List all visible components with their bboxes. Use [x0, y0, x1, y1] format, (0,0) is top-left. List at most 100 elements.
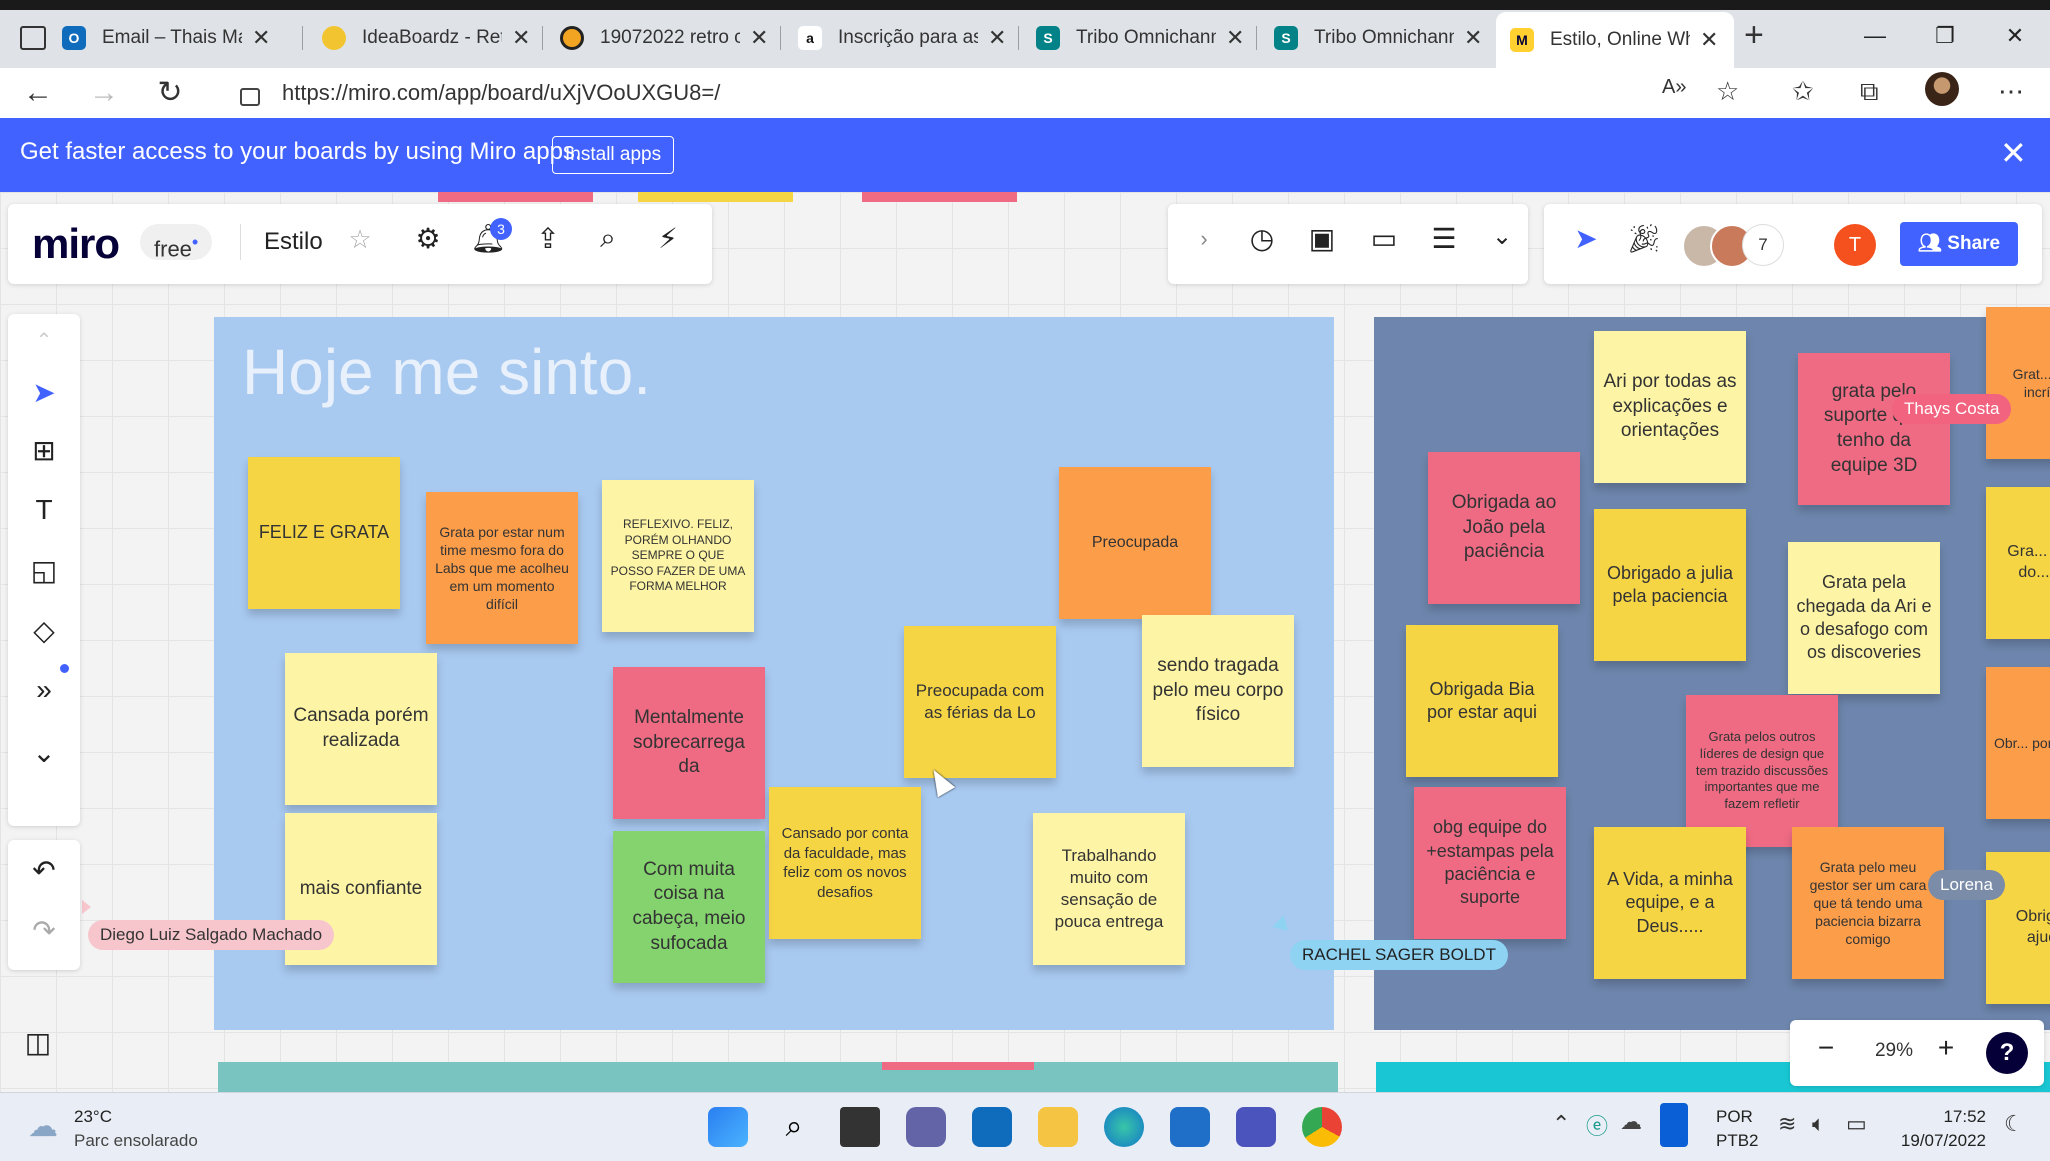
zoom-out-icon[interactable]: −: [1806, 1032, 1846, 1064]
favorites-icon[interactable]: ✩: [1792, 76, 1814, 107]
sticky-note[interactable]: Trabalhando muito com sensação de pouca …: [1033, 813, 1185, 965]
browser-tab[interactable]: O Email – Thais Ma ✕: [62, 14, 292, 62]
collections-icon[interactable]: ⧉: [1860, 76, 1879, 108]
sticky-note[interactable]: Cansada porém realizada: [285, 653, 437, 805]
voting-icon[interactable]: ▣: [1302, 222, 1342, 255]
collapse-up-icon[interactable]: ⌃: [24, 328, 64, 353]
follow-cursor-icon[interactable]: ➤: [1566, 222, 1606, 255]
language-indicator[interactable]: POR: [1716, 1107, 1753, 1127]
install-apps-button[interactable]: Install apps: [552, 136, 675, 174]
outlook-icon[interactable]: [972, 1107, 1012, 1147]
teams-icon[interactable]: [1236, 1107, 1276, 1147]
clock-date[interactable]: 19/07/2022: [1888, 1131, 1986, 1151]
sticky-note[interactable]: A Vida, a minha equipe, e a Deus.....: [1594, 827, 1746, 979]
sticky-note[interactable]: FELIZ E GRATA: [248, 457, 400, 609]
close-tab-icon[interactable]: ✕: [252, 25, 270, 51]
settings-gear-icon[interactable]: ⚙: [408, 222, 448, 255]
chrome-icon[interactable]: [1302, 1107, 1342, 1147]
onedrive-icon[interactable]: ☁: [1620, 1109, 1642, 1135]
store-icon[interactable]: [1170, 1107, 1210, 1147]
sticky-note[interactable]: Obrigado a julia pela paciencia: [1594, 509, 1746, 661]
sticky-note[interactable]: Obrigada Bia por estar aqui: [1406, 625, 1558, 777]
task-view-icon[interactable]: [840, 1107, 880, 1147]
miro-logo[interactable]: miro: [32, 220, 120, 268]
sticky-note[interactable]: obg equipe do +estampas pela paciência e…: [1414, 787, 1566, 939]
sticky-note-partial[interactable]: Grat... últimas... incrí... des...: [1986, 307, 2050, 459]
more-chevrons-icon[interactable]: ⌄: [1482, 222, 1522, 251]
zoom-level[interactable]: 29%: [1864, 1040, 1924, 1062]
undo-icon[interactable]: ↶: [24, 854, 64, 887]
chevron-right-icon[interactable]: ›: [1184, 226, 1224, 252]
star-icon[interactable]: ☆: [340, 224, 380, 255]
tab-actions-icon[interactable]: [20, 26, 46, 50]
restore-icon[interactable]: ❐: [1910, 16, 1980, 56]
notes-icon[interactable]: ☰: [1424, 222, 1464, 255]
help-button[interactable]: ?: [1986, 1032, 2028, 1074]
redo-icon[interactable]: ↷: [24, 914, 64, 947]
url-field[interactable]: https://miro.com/app/board/uXjVOoUXGU8=/: [240, 74, 1640, 112]
plan-badge[interactable]: free•: [140, 224, 213, 261]
chat-icon[interactable]: [906, 1107, 946, 1147]
browser-tab[interactable]: S Tribo Omnichann ✕: [1036, 14, 1266, 62]
edge-icon[interactable]: [1104, 1107, 1144, 1147]
wifi-icon[interactable]: ≋: [1778, 1111, 1796, 1137]
celebrate-icon[interactable]: 🎉︎: [1624, 222, 1664, 255]
text-icon[interactable]: T: [24, 494, 64, 526]
sticky-note[interactable]: grata pelo suporte que tenho da equipe 3…: [1798, 353, 1950, 505]
sticky-note[interactable]: Mentalmente sobrecarrega da: [613, 667, 765, 819]
focus-moon-icon[interactable]: ☾: [2004, 1111, 2024, 1137]
browser-tab[interactable]: a Inscrição para as ✕: [798, 14, 1028, 62]
start-windows-icon[interactable]: [708, 1107, 748, 1147]
volume-icon[interactable]: 🔈︎: [1812, 1111, 1825, 1137]
sticky-note-partial[interactable]: Obr... por... féria...: [1986, 667, 2050, 819]
board-name[interactable]: Estilo: [264, 228, 323, 256]
select-cursor-icon[interactable]: ➤: [24, 376, 64, 409]
clock-time[interactable]: 17:52: [1898, 1107, 1986, 1127]
new-tab-icon[interactable]: +: [1744, 16, 1764, 55]
forward-icon[interactable]: →: [84, 76, 124, 112]
shapes-icon[interactable]: ◇: [24, 614, 64, 647]
sticky-note-partial[interactable]: [438, 192, 593, 202]
close-tab-icon[interactable]: ✕: [1700, 27, 1718, 53]
templates-icon[interactable]: ⊞: [24, 434, 64, 467]
frame-below-partial[interactable]: [218, 1062, 1338, 1092]
close-tab-icon[interactable]: ✕: [1464, 25, 1482, 51]
sticky-note-icon[interactable]: ◱: [24, 554, 64, 587]
sticky-note[interactable]: Com muita coisa na cabeça, meio sufocada: [613, 831, 765, 983]
sticky-note[interactable]: Grata por estar num time mesmo fora do L…: [426, 492, 578, 644]
sticky-note-partial[interactable]: [882, 1062, 1034, 1070]
sticky-note-partial[interactable]: Gra... dispo... e do... coleg...: [1986, 487, 2050, 639]
sticky-note[interactable]: Ari por todas as explicações e orientaçõ…: [1594, 331, 1746, 483]
zoom-in-icon[interactable]: +: [1926, 1032, 1966, 1064]
microphone-icon[interactable]: [1660, 1103, 1688, 1147]
search-icon[interactable]: ⌕: [774, 1107, 814, 1147]
board-sidebar-icon[interactable]: ◫: [18, 1026, 58, 1059]
profile-avatar[interactable]: [1925, 72, 1959, 106]
more-tools-icon[interactable]: »: [24, 674, 64, 706]
share-button[interactable]: 👥︎ Share: [1900, 222, 2018, 266]
board-canvas[interactable]: Hoje me sinto. FELIZ E GRATA Grata por e…: [0, 192, 2050, 1092]
sticky-note-partial[interactable]: [638, 192, 793, 202]
sticky-note[interactable]: sendo tragada pelo meu corpo físico: [1142, 615, 1294, 767]
sticky-note[interactable]: Cansado por conta da faculdade, mas feli…: [769, 787, 921, 939]
close-tab-icon[interactable]: ✕: [988, 25, 1006, 51]
frame-hoje-me-sinto[interactable]: Hoje me sinto. FELIZ E GRATA Grata por e…: [214, 317, 1334, 1030]
refresh-icon[interactable]: ↻: [150, 76, 190, 112]
add-favorite-icon[interactable]: ☆: [1716, 76, 1739, 107]
temperature[interactable]: 23°C: [74, 1107, 112, 1127]
close-banner-icon[interactable]: ✕: [2000, 134, 2027, 172]
presentation-icon[interactable]: ▭: [1364, 222, 1404, 255]
close-tab-icon[interactable]: ✕: [512, 25, 530, 51]
sticky-note[interactable]: REFLEXIVO. FELIZ, PORÉM OLHANDO SEMPRE O…: [602, 480, 754, 632]
timer-icon[interactable]: ◷: [1242, 222, 1282, 255]
close-tab-icon[interactable]: ✕: [1226, 25, 1244, 51]
search-icon[interactable]: ⌕: [588, 222, 628, 255]
read-aloud-icon[interactable]: A»: [1662, 76, 1686, 99]
sticky-note[interactable]: Preocupada com as férias da Lo: [904, 626, 1056, 778]
minimize-icon[interactable]: —: [1840, 16, 1910, 56]
edge-tray-icon[interactable]: ⓔ: [1586, 1109, 1608, 1141]
sticky-note[interactable]: Obrigada ao João pela paciência: [1428, 452, 1580, 604]
sticky-note[interactable]: Grata pela chegada da Ari e o desafogo c…: [1788, 542, 1940, 694]
expand-down-icon[interactable]: ⌄: [24, 736, 64, 769]
browser-tab[interactable]: S Tribo Omnichann ✕: [1274, 14, 1504, 62]
